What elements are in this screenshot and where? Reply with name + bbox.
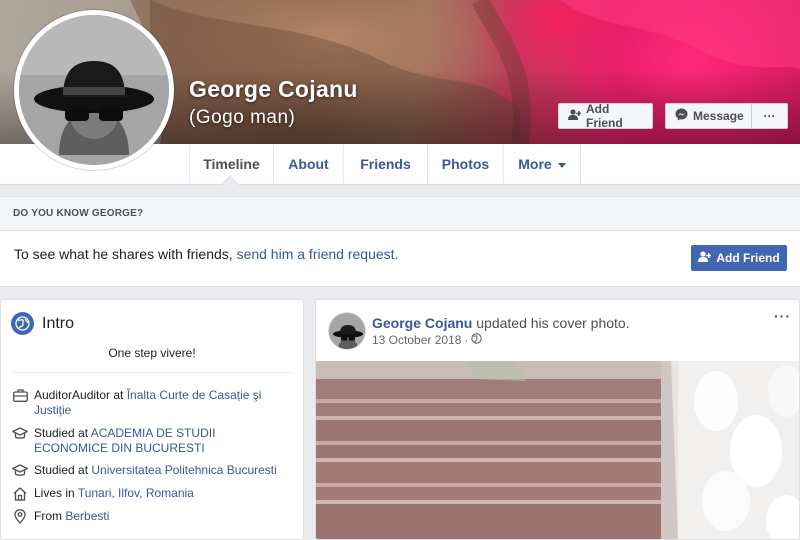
intro-item-from-link[interactable]: Berbesti: [65, 509, 109, 523]
intro-item-from-prefix: From: [34, 509, 66, 523]
intro-item-education-2-link[interactable]: Universitatea Politehnica Bucuresti: [91, 463, 276, 477]
intro-item-lives-in: Lives in Tunari, Ilfov, Romania: [12, 486, 292, 501]
post-date-link[interactable]: 13 October 2018: [372, 333, 461, 347]
intro-item-work-prefix: AuditorAuditor at: [34, 388, 127, 402]
intro-bio: One step vivere!: [108, 346, 196, 360]
tab-about[interactable]: About: [273, 144, 343, 184]
send-friend-request-link[interactable]: send him a friend request.: [237, 246, 399, 262]
friend-request-card: DO YOU KNOW GEORGE? To see what he share…: [0, 196, 800, 287]
location-pin-icon: [12, 509, 28, 524]
profile-picture[interactable]: [14, 10, 174, 170]
post-action-text: updated his cover photo.: [476, 315, 630, 331]
briefcase-icon: [12, 388, 28, 403]
post-author-link[interactable]: George Cojanu: [372, 315, 472, 331]
intro-item-education-1-prefix: Studied at: [34, 426, 91, 440]
intro-item-education-2: Studied at Universitatea Politehnica Buc…: [12, 463, 292, 478]
post-options-button[interactable]: ···: [774, 308, 791, 324]
intro-item-education-1: Studied at ACADEMIA DE STUDII ECONOMICE …: [12, 426, 292, 456]
intro-item-education-2-prefix: Studied at: [34, 463, 92, 477]
intro-card: Intro One step vivere! AuditorAuditor at…: [0, 299, 304, 540]
intro-item-from: From Berbesti: [12, 509, 292, 524]
messenger-icon: [675, 108, 688, 124]
post-card: George Cojanu updated his cover photo. 1…: [315, 299, 800, 540]
add-friend-button[interactable]: Add Friend: [558, 102, 653, 130]
friend-request-text: To see what he shares with friends, send…: [14, 246, 398, 262]
post-header: George Cojanu updated his cover photo.: [372, 315, 630, 331]
add-friend-label: Add Friend: [586, 102, 623, 130]
post-cover-photo[interactable]: [316, 361, 799, 539]
message-label: Message: [693, 109, 744, 123]
graduation-cap-icon: [12, 463, 28, 478]
tab-friends[interactable]: Friends: [343, 144, 427, 184]
more-options-button[interactable]: ···: [751, 103, 788, 129]
intro-item-lives-in-link[interactable]: Tunari, Ilfov, Romania: [78, 486, 194, 500]
tab-photos[interactable]: Photos: [427, 144, 503, 184]
more-options-label: ···: [763, 109, 776, 123]
friend-request-card-header: DO YOU KNOW GEORGE?: [0, 197, 800, 231]
profile-alternate-name: (Gogo man): [189, 107, 296, 128]
post-meta-separator: ·: [464, 333, 469, 347]
intro-item-lives-in-prefix: Lives in: [34, 486, 78, 500]
home-icon: [12, 486, 28, 501]
caret-down-icon: [557, 162, 566, 168]
intro-divider: [13, 372, 293, 373]
tab-more-label: More: [518, 156, 552, 172]
add-friend-primary-button[interactable]: Add Friend: [691, 245, 787, 271]
post-cover-photo-art: [316, 361, 799, 539]
post-meta: 13 October 2018 ·: [372, 333, 483, 347]
tab-more[interactable]: More: [503, 144, 581, 184]
post-author-avatar-art: [329, 313, 365, 349]
intro-item-work: AuditorAuditor at Înalta Curte de Casați…: [12, 388, 292, 418]
add-friend-icon: [698, 251, 712, 265]
intro-title: Intro: [42, 314, 75, 332]
graduation-cap-icon: [12, 426, 28, 441]
post-author-avatar[interactable]: [328, 312, 366, 350]
message-button[interactable]: Message: [665, 103, 752, 129]
profile-name[interactable]: George Cojanu: [189, 76, 358, 103]
profile-picture-art: [19, 15, 169, 165]
add-friend-icon: [568, 109, 582, 123]
friend-request-prefix: To see what he shares with friends,: [14, 246, 233, 262]
public-globe-icon[interactable]: [471, 333, 483, 347]
add-friend-primary-label: Add Friend: [716, 251, 780, 265]
globe-icon: [11, 312, 34, 335]
